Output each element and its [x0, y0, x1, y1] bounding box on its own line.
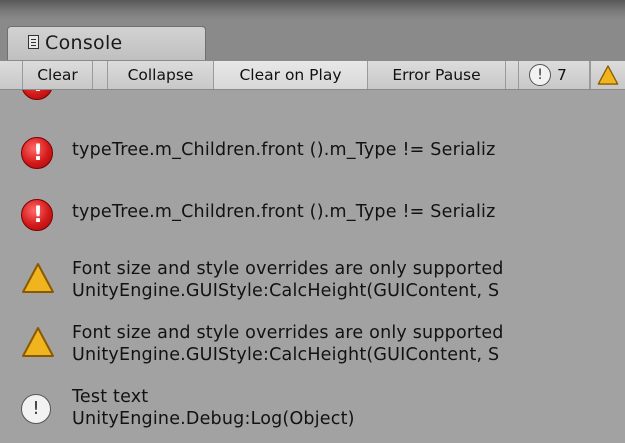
- error-icon: [21, 90, 54, 101]
- log-message: Font size and style overrides are only s…: [72, 259, 504, 279]
- clear-button[interactable]: Clear: [22, 61, 93, 89]
- log-stacktrace: UnityEngine.Debug:Log(Object): [72, 409, 355, 429]
- list-item[interactable]: Font size and style overrides are only s…: [0, 314, 625, 370]
- tab-console[interactable]: Console: [7, 26, 206, 60]
- list-item[interactable]: typeTree.m_Children.front ().m_Type != S…: [0, 190, 625, 238]
- list-item[interactable]: Test text UnityEngine.Debug:Log(Object): [0, 380, 625, 436]
- list-item[interactable]: Font size and style overrides are only s…: [0, 250, 625, 306]
- window-title-bar: Console: [0, 0, 625, 60]
- console-toolbar: Clear Collapse Clear on Play Error Pause…: [0, 60, 625, 90]
- clear-on-play-toggle[interactable]: Clear on Play: [214, 61, 368, 89]
- error-icon: [21, 137, 54, 170]
- console-log-list[interactable]: typeTree.m_Children.front ().m_Type != S…: [0, 90, 625, 443]
- log-stacktrace: UnityEngine.GUIStyle:CalcHeight(GUIConte…: [72, 345, 500, 365]
- warning-icon: [597, 65, 619, 85]
- log-count: 7: [557, 66, 567, 84]
- log-message: typeTree.m_Children.front ().m_Type != S…: [72, 202, 496, 222]
- log-message: typeTree.m_Children.front ().m_Type != S…: [72, 140, 496, 160]
- error-pause-toggle[interactable]: Error Pause: [368, 61, 506, 89]
- tab-console-label: Console: [45, 32, 123, 54]
- collapse-toggle[interactable]: Collapse: [108, 61, 214, 89]
- toolbar-spacer: [93, 61, 108, 89]
- info-icon: [21, 394, 51, 424]
- info-icon: [529, 64, 551, 86]
- log-count-toggle[interactable]: 7: [518, 61, 590, 89]
- console-document-icon: [28, 35, 39, 49]
- log-message: Font size and style overrides are only s…: [72, 323, 504, 343]
- log-stacktrace: UnityEngine.GUIStyle:CalcHeight(GUIConte…: [72, 281, 500, 301]
- warning-icon: [22, 327, 54, 357]
- log-message: Test text: [72, 387, 149, 407]
- warning-icon: [22, 263, 54, 293]
- error-icon: [21, 199, 54, 232]
- warning-count-toggle[interactable]: [590, 61, 625, 89]
- list-item[interactable]: typeTree.m_Children.front ().m_Type != S…: [0, 128, 625, 176]
- list-item-partial[interactable]: [0, 90, 625, 108]
